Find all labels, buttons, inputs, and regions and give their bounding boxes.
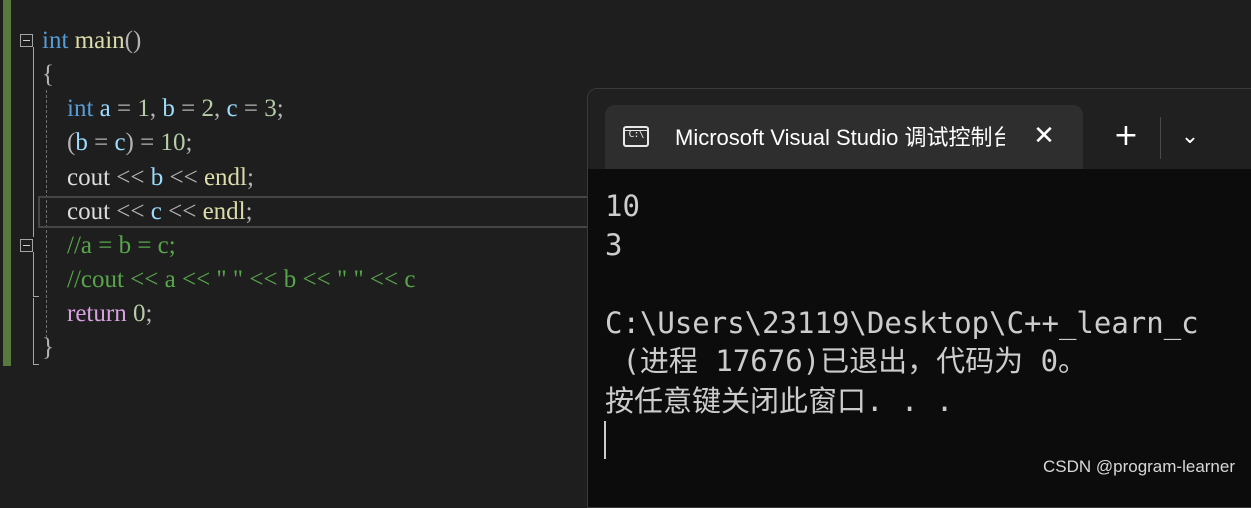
text-cursor xyxy=(604,421,606,459)
code-token: = xyxy=(174,95,202,122)
debug-console-window[interactable]: C:\ Microsoft Visual Studio 调试控制台 ✕ + ⌄ … xyxy=(587,88,1251,508)
code-token: ; xyxy=(185,129,193,156)
code-token: ) = xyxy=(125,129,161,156)
code-line-2[interactable]: { xyxy=(42,58,54,92)
code-token: , xyxy=(149,95,163,122)
terminal-tab-bar: C:\ Microsoft Visual Studio 调试控制台 ✕ + ⌄ xyxy=(588,89,1251,169)
output-line: 按任意键关闭此窗口. . . xyxy=(605,384,954,418)
code-token: } xyxy=(42,334,54,361)
code-token: () xyxy=(124,27,142,54)
code-token: 2 xyxy=(201,95,214,122)
code-token: int xyxy=(67,95,94,122)
code-token: = xyxy=(110,95,138,122)
code-token: << xyxy=(161,198,203,225)
output-line: 3 xyxy=(605,228,623,262)
code-token: ; xyxy=(145,300,153,327)
code-token: b xyxy=(150,164,164,191)
console-icon: C:\ xyxy=(623,126,649,147)
fold-collapse-icon-comments[interactable] xyxy=(20,239,33,252)
code-token: 1 xyxy=(137,95,150,122)
code-token: cout xyxy=(67,164,111,191)
code-line-7[interactable]: //a = b = c; xyxy=(42,229,176,263)
code-token: a xyxy=(99,95,111,122)
code-token: //cout << a << " " << b << " " << c xyxy=(67,266,416,293)
code-line-4[interactable]: (b = c) = 10; xyxy=(42,126,192,160)
code-token: 10 xyxy=(160,129,186,156)
fold-end-marker xyxy=(33,364,39,365)
code-token: ; xyxy=(245,198,253,225)
output-line: C:\Users\23119\Desktop\C++_learn_c xyxy=(605,306,1199,340)
code-token: b xyxy=(162,95,175,122)
code-token: endl xyxy=(202,198,246,225)
new-tab-button[interactable]: + xyxy=(1108,119,1144,155)
code-token: c xyxy=(150,198,162,225)
terminal-tab[interactable]: C:\ Microsoft Visual Studio 调试控制台 ✕ xyxy=(605,105,1083,169)
code-token: = xyxy=(87,129,115,156)
code-token: << xyxy=(110,198,151,225)
code-token: << xyxy=(110,164,151,191)
code-token: endl xyxy=(203,164,247,191)
output-line: 10 xyxy=(605,189,640,223)
tab-divider xyxy=(1160,117,1161,159)
output-line: (进程 17676)已退出，代码为 0。 xyxy=(605,344,1088,378)
code-token: cout xyxy=(67,198,111,225)
fold-line xyxy=(33,252,34,296)
code-token: int xyxy=(42,27,69,54)
code-token: return xyxy=(67,300,127,327)
code-line-5[interactable]: cout << b << endl; xyxy=(42,161,254,195)
fold-end-marker xyxy=(33,296,39,297)
code-line-1[interactable]: int main() xyxy=(42,24,141,58)
code-line-9[interactable]: return 0; xyxy=(42,297,152,331)
close-tab-icon[interactable]: ✕ xyxy=(1029,121,1059,151)
code-token: c xyxy=(114,129,126,156)
change-indicator-bar xyxy=(3,0,11,366)
code-token: , xyxy=(213,95,227,122)
code-line-10[interactable]: } xyxy=(42,331,54,365)
code-token: 0 xyxy=(132,300,146,327)
code-token: main xyxy=(74,27,125,54)
code-line-8[interactable]: //cout << a << " " << b << " " << c xyxy=(42,263,415,297)
code-token: << xyxy=(163,164,204,191)
watermark: CSDN @program-learner xyxy=(1042,457,1235,476)
code-token: //a = b = c; xyxy=(67,232,176,259)
code-line-3[interactable]: int a = 1, b = 2, c = 3; xyxy=(42,92,284,126)
code-token: = xyxy=(237,95,265,122)
fold-collapse-icon-main[interactable] xyxy=(20,34,33,47)
code-token: { xyxy=(42,61,54,88)
code-token: b xyxy=(75,129,88,156)
code-token: 3 xyxy=(264,95,277,122)
tab-title: Microsoft Visual Studio 调试控制台 xyxy=(675,125,1005,150)
chevron-down-icon[interactable]: ⌄ xyxy=(1172,119,1208,155)
code-token: ; xyxy=(247,164,254,191)
code-line-6[interactable]: cout << c << endl; xyxy=(42,195,253,229)
fold-line xyxy=(33,298,34,364)
code-token: ; xyxy=(276,95,284,122)
code-token: c xyxy=(226,95,238,122)
fold-line xyxy=(33,47,34,237)
